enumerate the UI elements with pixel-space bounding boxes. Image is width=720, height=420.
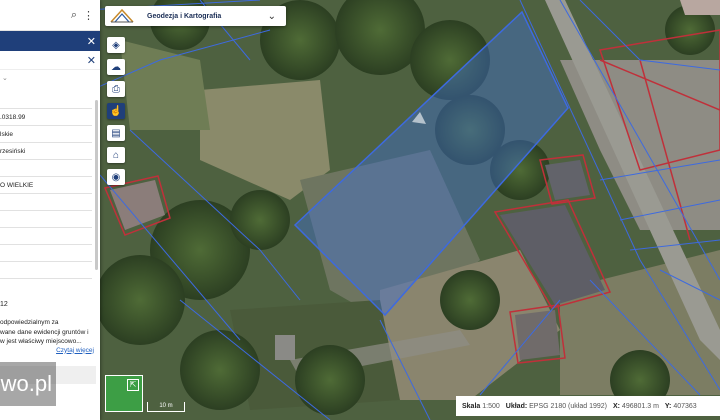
list-item (0, 228, 92, 245)
search-icon[interactable]: ⌕ (71, 9, 77, 22)
note-line: w jest właściwy miejscowo... (0, 338, 82, 345)
note-line: odpowiedzialnym za (0, 319, 59, 326)
app-header[interactable]: Geodezja i Kartografia ⌄ (105, 6, 286, 26)
scale-readout: Skala 1:500 (462, 403, 500, 410)
document-icon[interactable]: ▤ (107, 125, 125, 141)
list-item: rzesiński (0, 143, 92, 160)
building (680, 0, 720, 15)
camera-icon[interactable]: ◉ (107, 169, 125, 185)
list-item (0, 211, 92, 228)
attribute-list: .0318.99 lskie rzesiński O WIELKIE (0, 92, 100, 279)
panel-subheader: ✕ (0, 51, 100, 70)
status-bar: Skala 1:500 Układ: EPSG 2180 (układ 1992… (456, 396, 720, 416)
print-icon[interactable]: ⎙ (107, 81, 125, 97)
chevron-down-icon[interactable]: ⌄ (0, 74, 100, 88)
list-item (0, 245, 92, 262)
y-label: Y: (664, 402, 672, 410)
hand-pointer-icon[interactable]: ☝ (107, 103, 125, 119)
x-value: 496801.3 m (621, 402, 659, 410)
app-title: Geodezja i Kartografia (147, 12, 222, 20)
list-item (0, 160, 92, 177)
crs-readout: Układ: EPSG 2180 (układ 1992) (506, 403, 607, 410)
parcel-info-panel: ⌕ ⋮ ✕ ✕ ⌄ .0318.99 lskie rzesiński O WIE… (0, 0, 100, 420)
chevron-down-icon[interactable]: ⌄ (268, 11, 286, 22)
watermark: wo.pl (0, 362, 56, 406)
y-value: 407363 (673, 402, 697, 410)
crs-label: Układ: (505, 402, 528, 410)
crs-value: EPSG 2180 (układ 1992) (529, 402, 607, 410)
scale-label: Skala (462, 402, 481, 410)
building (275, 335, 295, 360)
panel-header: ✕ (0, 31, 100, 51)
close-icon[interactable]: ✕ (87, 35, 96, 48)
read-more-link[interactable]: Czytaj więcej (0, 347, 100, 354)
scale-value: 1:500 (482, 402, 500, 410)
expand-icon[interactable]: ⇱ (127, 379, 139, 391)
close-icon[interactable]: ✕ (87, 54, 96, 67)
scale-bar: 10 m (147, 402, 185, 412)
panel-top-bar: ⌕ ⋮ (0, 0, 100, 31)
list-item: O WIELKIE (0, 177, 92, 194)
parcel-count: 12 (0, 301, 8, 308)
list-item (0, 194, 92, 211)
logo (105, 6, 139, 26)
logo-icon (110, 8, 134, 23)
x-readout: X: 496801.3 m (613, 403, 659, 410)
list-item (0, 262, 92, 279)
cloud-icon[interactable]: ☁ (107, 59, 125, 75)
x-label: X: (612, 402, 620, 410)
building (515, 310, 560, 360)
list-item: .0318.99 (0, 109, 92, 126)
list-item (0, 92, 92, 109)
minimap[interactable]: ⇱ (105, 375, 143, 412)
home-search-icon[interactable]: ⌂ (107, 147, 125, 163)
y-readout: Y: 407363 (665, 403, 697, 410)
list-item: lskie (0, 126, 92, 143)
more-vertical-icon[interactable]: ⋮ (83, 9, 94, 22)
note-line: wane dane ewidencji gruntów i (0, 328, 89, 336)
info-note: odpowiedzialnym za wane dane ewidencji g… (0, 318, 100, 347)
scrollbar[interactable] (95, 100, 98, 270)
layers-icon[interactable]: ◈ (107, 37, 125, 53)
